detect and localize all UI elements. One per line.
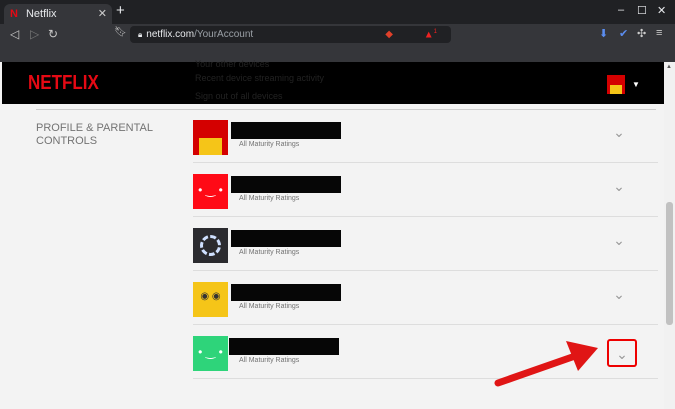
chevron-down-icon[interactable]: ⌄ — [609, 230, 629, 250]
tab-title: Netflix — [25, 8, 57, 20]
close-window-button[interactable]: ✕ — [657, 4, 666, 17]
extensions-puzzle-icon[interactable]: ✣ — [637, 27, 646, 40]
chevron-down-icon[interactable]: ⌄ — [609, 284, 629, 304]
profile-row[interactable]: • ‿ • All Maturity Ratings ⌄ — [193, 164, 658, 217]
tab-netflix[interactable]: N Netflix ✕ — [4, 4, 112, 24]
netflix-logo[interactable]: NETFLIX — [28, 72, 99, 95]
profile-row[interactable]: ◉ ◉ All Maturity Ratings ⌄ — [193, 272, 658, 325]
maturity-rating: All Maturity Ratings — [239, 195, 300, 202]
reload-button[interactable]: ↻ — [48, 27, 58, 41]
url-path: /YourAccount — [194, 29, 254, 40]
extension-icon[interactable]: ⬇ — [599, 27, 608, 40]
annotation-arrow — [494, 341, 598, 387]
forward-button[interactable]: ▷ — [30, 27, 39, 41]
profile-avatar: • ‿ • — [193, 174, 228, 209]
caret-down-icon[interactable]: ▼ — [632, 80, 640, 89]
redacted-name — [231, 176, 341, 193]
ghost-text: Recent device streaming activity — [195, 73, 325, 83]
redacted-name — [231, 230, 341, 247]
profile-avatar: ◉ ◉ — [193, 282, 228, 317]
profile-row[interactable]: All Maturity Ratings ⌄ — [193, 218, 658, 271]
browser-toolbar: ◁ ▷ ↻ 🔖︎ 🔒︎ netflix.com/YourAccount ◆ ▲1… — [0, 24, 675, 62]
menu-icon[interactable]: ≡ — [656, 27, 662, 39]
netflix-header: NETFLIX Your other devices Recent device… — [2, 59, 664, 104]
redacted-name — [231, 122, 341, 139]
back-button[interactable]: ◁ — [10, 27, 19, 41]
brave-shield-icon[interactable]: ◆ — [385, 29, 393, 40]
chevron-down-icon[interactable]: ⌄ — [607, 339, 637, 367]
maturity-rating: All Maturity Ratings — [239, 141, 300, 148]
redacted-name — [231, 284, 341, 301]
scrollbar[interactable]: ▲ — [664, 62, 675, 409]
maturity-rating: All Maturity Ratings — [239, 249, 300, 256]
profile-avatar — [193, 120, 228, 155]
scroll-up-icon[interactable]: ▲ — [666, 64, 672, 70]
maximize-button[interactable]: ☐ — [637, 4, 647, 17]
extension-icon[interactable]: ✔ — [619, 27, 628, 40]
ghost-text: Sign out of all devices — [195, 91, 283, 101]
lock-icon: 🔒︎ — [138, 29, 143, 39]
section-title: PROFILE & PARENTAL CONTROLS — [36, 122, 153, 147]
chevron-down-icon[interactable]: ⌄ — [609, 122, 629, 142]
redacted-name — [229, 338, 339, 355]
account-avatar[interactable] — [607, 75, 625, 94]
url-domain: netflix.com — [146, 29, 195, 40]
address-bar[interactable]: 🔒︎ netflix.com/YourAccount ◆ ▲1 — [130, 26, 451, 43]
profile-row[interactable]: All Maturity Ratings ⌄ — [193, 110, 658, 163]
chevron-down-icon[interactable]: ⌄ — [609, 176, 629, 196]
new-tab-button[interactable]: + — [116, 2, 125, 19]
rewards-icon[interactable]: ▲1 — [424, 29, 437, 40]
maturity-rating: All Maturity Ratings — [239, 357, 300, 364]
netflix-favicon-icon: N — [10, 8, 18, 20]
close-tab-icon[interactable]: ✕ — [98, 7, 107, 20]
profile-avatar: • ‿ • — [193, 336, 228, 371]
bookmark-icon[interactable]: 🔖︎ — [114, 27, 127, 38]
scrollbar-thumb[interactable] — [666, 202, 673, 325]
maturity-rating: All Maturity Ratings — [239, 303, 300, 310]
minimize-button[interactable]: – — [618, 4, 624, 16]
tab-strip: N Netflix ✕ + – ☐ ✕ — [0, 0, 675, 24]
ghost-text: Your other devices — [195, 59, 270, 69]
profile-avatar — [193, 228, 228, 263]
